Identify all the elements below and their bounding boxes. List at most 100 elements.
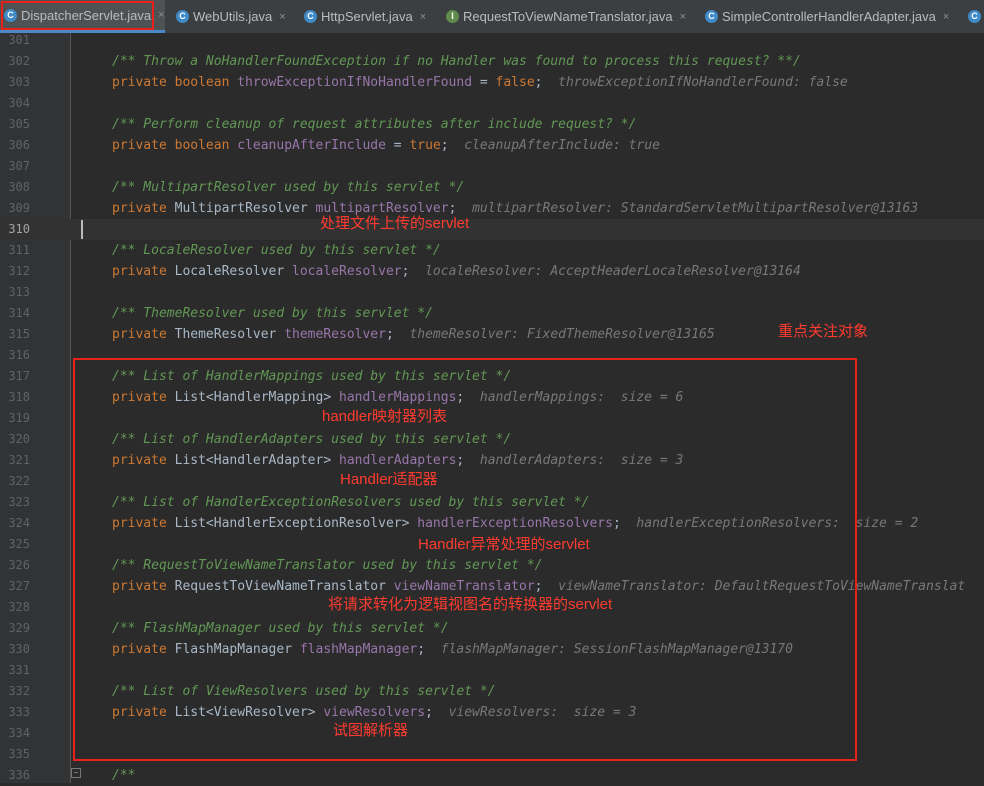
line-number: 312 (8, 264, 30, 278)
semicolon: ; (401, 264, 410, 279)
tab-label: HttpServlet.java (321, 9, 413, 24)
doc-comment: /** LocaleResolver used by this servlet … (112, 243, 441, 258)
code-text: private MultipartResolver multipartResol… (112, 198, 918, 219)
line-number: 318 (8, 390, 30, 404)
line-number: 321 (8, 453, 30, 467)
line-number: 334 (8, 726, 30, 740)
line-number: 306 (8, 138, 30, 152)
line-number: 329 (8, 621, 30, 635)
code-text: private LocaleResolver localeResolver; l… (112, 261, 801, 282)
line-number: 330 (8, 642, 30, 656)
line-number: 301 (8, 33, 30, 47)
line-number: 324 (8, 516, 30, 530)
debug-inline-value: themeResolver: FixedThemeResolver@13165 (409, 327, 715, 342)
code-text: /** Perform cleanup of request attribute… (112, 114, 636, 135)
class-icon: C (968, 10, 981, 23)
line-number: 319 (8, 411, 30, 425)
code-line[interactable]: 311 /** LocaleResolver used by this servl… (0, 240, 984, 261)
doc-comment: /** (112, 768, 136, 783)
operator: = (472, 75, 496, 90)
line-number: 323 (8, 495, 30, 509)
class-icon: C (304, 10, 317, 23)
code-line[interactable]: 306 private boolean cleanupAfterInclude =… (0, 135, 984, 156)
debug-inline-value: cleanupAfterInclude: true (464, 138, 660, 153)
code-line[interactable]: 312 private LocaleResolver localeResolver… (0, 261, 984, 282)
annotation-multipart: 处理文件上传的servlet (320, 215, 470, 232)
type-name: LocaleResolver (174, 264, 285, 279)
line-number: 316 (8, 348, 30, 362)
doc-comment: /** ThemeResolver used by this servlet *… (112, 306, 433, 321)
code-line[interactable]: 301 (0, 30, 984, 51)
keyword: private boolean (112, 75, 230, 90)
tab-request-to-view-name-translator[interactable]: I RequestToViewNameTranslator.java × (446, 0, 696, 33)
semicolon: ; (440, 138, 449, 153)
interface-icon: I (446, 10, 459, 23)
class-icon: C (705, 10, 718, 23)
literal-value: true (409, 138, 441, 153)
field-name: cleanupAfterInclude (237, 138, 386, 153)
keyword: private (112, 327, 167, 342)
line-number: 307 (8, 159, 30, 173)
tab-web-utils[interactable]: C WebUtils.java × (176, 0, 296, 33)
close-icon[interactable]: × (279, 11, 285, 23)
doc-comment: /** Throw a NoHandlerFoundException if n… (112, 54, 801, 69)
type-name: ThemeResolver (174, 327, 277, 342)
code-line[interactable]: 310 (0, 219, 984, 240)
close-icon[interactable]: × (420, 11, 426, 23)
tab-simple-controller-handler-adapter[interactable]: C SimpleControllerHandlerAdapter.java × (705, 0, 965, 33)
line-number: 335 (8, 747, 30, 761)
close-icon[interactable]: × (158, 9, 164, 21)
line-number: 322 (8, 474, 30, 488)
debug-inline-value: throwExceptionIfNoHandlerFound: false (558, 75, 848, 90)
code-text: /** Throw a NoHandlerFoundException if n… (112, 51, 801, 72)
line-number: 331 (8, 663, 30, 677)
tab-overflow[interactable]: C (968, 0, 984, 33)
fold-marker-icon[interactable]: − (71, 768, 81, 778)
code-line[interactable]: 303 private boolean throwExceptionIfNoHan… (0, 72, 984, 93)
line-number: 333 (8, 705, 30, 719)
tab-label: SimpleControllerHandlerAdapter.java (722, 9, 936, 24)
operator: = (385, 138, 410, 153)
code-line[interactable]: 302 /** Throw a NoHandlerFoundException i… (0, 51, 984, 72)
code-text: private boolean cleanupAfterInclude = tr… (112, 135, 660, 156)
line-number: 310 (8, 222, 30, 236)
focus-highlight-box (73, 358, 857, 761)
code-line[interactable]: 307 (0, 156, 984, 177)
doc-comment: /** MultipartResolver used by this servl… (112, 180, 465, 195)
doc-comment: /** Perform cleanup of request attribute… (112, 117, 637, 132)
close-icon[interactable]: × (943, 11, 949, 23)
field-name: throwExceptionIfNoHandlerFound (237, 75, 473, 90)
literal-value: false (495, 75, 535, 90)
tab-label: RequestToViewNameTranslator.java (463, 9, 673, 24)
debug-inline-value: multipartResolver: StandardServletMultip… (472, 201, 919, 216)
line-number: 313 (8, 285, 30, 299)
line-number: 328 (8, 600, 30, 614)
code-line[interactable]: 308 /** MultipartResolver used by this se… (0, 177, 984, 198)
active-tab-highlight-box (1, 1, 154, 30)
line-number: 304 (8, 96, 30, 110)
semicolon: ; (385, 327, 394, 342)
keyword: private (112, 264, 167, 279)
class-icon: C (176, 10, 189, 23)
line-number: 309 (8, 201, 30, 215)
line-number: 317 (8, 369, 30, 383)
code-line[interactable]: 305 /** Perform cleanup of request attrib… (0, 114, 984, 135)
code-line[interactable]: 314 /** ThemeResolver used by this servle… (0, 303, 984, 324)
line-number: 326 (8, 558, 30, 572)
code-text: /** LocaleResolver used by this servlet … (112, 240, 441, 261)
line-number: 305 (8, 117, 30, 131)
code-line[interactable]: 313 (0, 282, 984, 303)
keyword: private (112, 201, 167, 216)
line-number: 325 (8, 537, 30, 551)
field-name: localeResolver (292, 264, 402, 279)
close-icon[interactable]: × (680, 11, 686, 23)
text-caret (81, 220, 83, 239)
line-number: 311 (8, 243, 30, 257)
tab-label: WebUtils.java (193, 9, 273, 24)
tab-http-servlet[interactable]: C HttpServlet.java × (304, 0, 436, 33)
code-line[interactable]: 304 (0, 93, 984, 114)
code-line[interactable]: 309 private MultipartResolver multipartRe… (0, 198, 984, 219)
code-text: private boolean throwExceptionIfNoHandle… (112, 72, 848, 93)
code-text: private ThemeResolver themeResolver; the… (112, 324, 715, 345)
keyword: private boolean (112, 138, 230, 153)
